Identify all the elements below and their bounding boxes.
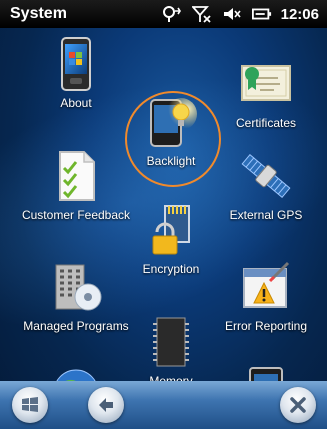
close-icon bbox=[290, 397, 306, 413]
customer-feedback-item[interactable]: Customer Feedback bbox=[21, 148, 131, 222]
connectivity-icon[interactable] bbox=[161, 4, 183, 24]
volume-off-icon[interactable] bbox=[221, 4, 243, 24]
external-gps-label: External GPS bbox=[229, 208, 303, 222]
certificate-icon bbox=[241, 65, 291, 101]
checklist-icon bbox=[59, 151, 95, 201]
encryption-item[interactable]: Encryption bbox=[116, 202, 226, 276]
status-area: 12:06 bbox=[161, 4, 319, 24]
start-button[interactable] bbox=[12, 387, 48, 423]
memory-chip-icon bbox=[153, 317, 189, 367]
bottom-command-bar bbox=[0, 381, 327, 429]
error-reporting-item[interactable]: Error Reporting bbox=[211, 259, 321, 333]
backlight-item[interactable]: Backlight bbox=[116, 94, 226, 168]
back-arrow-icon bbox=[99, 398, 113, 412]
back-button[interactable] bbox=[88, 387, 124, 423]
windows-start-icon bbox=[22, 397, 38, 412]
certificates-item[interactable]: Certificates bbox=[211, 56, 321, 130]
screen: System 12:06 About Certificates Backligh… bbox=[0, 0, 327, 429]
about-label: About bbox=[60, 96, 92, 110]
satellite-icon bbox=[241, 153, 291, 199]
backlight-label: Backlight bbox=[146, 154, 196, 168]
certificates-label: Certificates bbox=[235, 116, 297, 130]
error-reporting-label: Error Reporting bbox=[224, 319, 308, 333]
managed-programs-label: Managed Programs bbox=[23, 319, 129, 333]
close-button[interactable] bbox=[280, 387, 316, 423]
managed-programs-item[interactable]: Managed Programs bbox=[21, 259, 131, 333]
title-bar: System 12:06 bbox=[0, 0, 327, 28]
warning-window-icon bbox=[243, 261, 290, 308]
battery-charging-icon[interactable] bbox=[251, 4, 273, 24]
clock-time[interactable]: 12:06 bbox=[281, 6, 319, 23]
signal-off-icon[interactable] bbox=[191, 4, 213, 24]
memory-item[interactable]: Memory bbox=[116, 314, 226, 388]
encryption-label: Encryption bbox=[142, 262, 200, 276]
lock-card-icon bbox=[152, 205, 190, 255]
about-item[interactable]: About bbox=[21, 36, 131, 110]
about-phone-icon bbox=[61, 37, 91, 91]
backlight-icon bbox=[150, 98, 197, 147]
building-disc-icon bbox=[55, 264, 102, 311]
window-title: System bbox=[10, 5, 67, 22]
customer-feedback-label: Customer Feedback bbox=[21, 208, 131, 222]
external-gps-item[interactable]: External GPS bbox=[211, 148, 321, 222]
